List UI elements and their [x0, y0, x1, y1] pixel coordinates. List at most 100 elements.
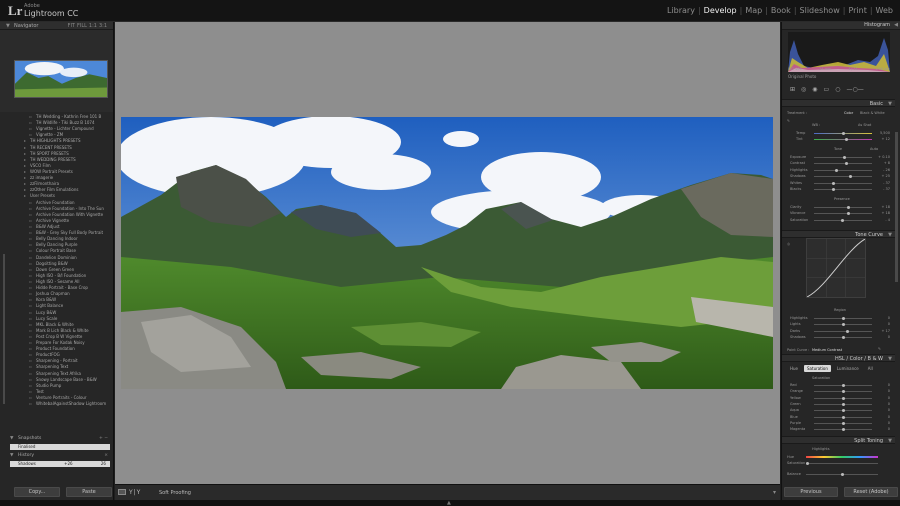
hsl-tab-saturation[interactable]: Saturation	[804, 365, 831, 372]
treatment-color[interactable]: Color	[844, 111, 853, 115]
hue-slider[interactable]	[806, 456, 878, 458]
hsl-knob[interactable]	[842, 421, 845, 425]
temp-slider[interactable]	[814, 132, 872, 135]
navigator-zoom-option[interactable]: 1:1	[89, 23, 97, 29]
basic-knob[interactable]	[843, 156, 847, 159]
navigator-zoom-option[interactable]: 3:1	[99, 23, 107, 29]
before-after-icon[interactable]: Y|Y	[129, 489, 141, 496]
hsl-knob[interactable]	[842, 384, 845, 387]
loupe-view-icon[interactable]	[118, 489, 126, 495]
snapshot-item[interactable]: Finalised	[10, 444, 110, 450]
hsl-header[interactable]: HSL / Color / B & W ▼	[782, 354, 895, 362]
tint-slider[interactable]	[814, 138, 872, 141]
basic-slider[interactable]	[814, 181, 872, 185]
balance-slider[interactable]	[806, 473, 878, 476]
balance-knob[interactable]	[841, 473, 844, 476]
presence-knob[interactable]	[847, 206, 851, 209]
eyedropper-icon[interactable]: ✎	[787, 119, 790, 123]
basic-knob[interactable]	[849, 175, 853, 179]
module-print[interactable]: Print	[845, 6, 869, 15]
navigator-thumbnail[interactable]	[14, 60, 108, 98]
curve-knob[interactable]	[842, 317, 845, 320]
hsl-knob[interactable]	[842, 415, 845, 419]
hsl-slider[interactable]	[814, 421, 872, 425]
hsl-title-part[interactable]: Color	[850, 356, 863, 362]
presence-slider[interactable]	[814, 218, 872, 222]
previous-button[interactable]: Previous	[784, 487, 838, 497]
right-panel-scrollbar[interactable]	[895, 132, 898, 282]
history-header[interactable]: ▼ History ×	[10, 453, 110, 460]
histogram-header[interactable]: Histogram ◀	[782, 22, 900, 30]
hsl-slider[interactable]	[814, 402, 872, 406]
hsl-knob[interactable]	[842, 396, 845, 400]
left-panel-scrollbar[interactable]	[3, 254, 5, 404]
hsl-knob[interactable]	[842, 409, 845, 413]
basic-header[interactable]: Basic ▼	[782, 99, 895, 107]
show-filmstrip-icon[interactable]: ▲	[447, 500, 451, 506]
module-map[interactable]: Map	[742, 6, 765, 15]
hsl-knob[interactable]	[842, 428, 845, 432]
adjustment-brush-icon[interactable]: —○—	[846, 86, 863, 93]
preset-item[interactable]: ▫ WhitebalAgainstShadow Lightroom	[10, 401, 110, 407]
tone-curve-header[interactable]: Tone Curve ▼	[782, 230, 895, 238]
presence-knob[interactable]	[847, 212, 851, 216]
curve-knob[interactable]	[842, 323, 845, 327]
curve-slider[interactable]	[814, 323, 872, 327]
basic-knob[interactable]	[844, 162, 848, 166]
radial-filter-icon[interactable]: ○	[835, 86, 840, 93]
basic-slider[interactable]	[814, 188, 872, 191]
navigator-zoom-options[interactable]: FIT FILL 1:1 3:1	[66, 23, 107, 29]
hsl-slider[interactable]	[814, 390, 872, 394]
hsl-slider[interactable]	[814, 428, 872, 432]
hsl-tab-hue[interactable]: Hue	[787, 365, 801, 372]
module-develop[interactable]: Develop	[701, 6, 740, 15]
image-canvas[interactable]	[115, 22, 780, 484]
hsl-knob[interactable]	[842, 390, 845, 394]
navigator-zoom-option[interactable]: FIT	[68, 23, 75, 29]
target-adjust-icon[interactable]: ◎	[787, 242, 790, 246]
basic-knob[interactable]	[831, 181, 835, 185]
module-web[interactable]: Web	[873, 6, 896, 15]
add-snapshot-icon[interactable]: + −	[99, 436, 108, 441]
treatment-bw[interactable]: Black & White	[860, 111, 885, 115]
toolbar-menu-icon[interactable]: ▾	[773, 489, 776, 496]
curve-slider[interactable]	[814, 329, 872, 333]
presence-slider[interactable]	[814, 212, 872, 216]
hsl-knob[interactable]	[842, 402, 845, 406]
red-eye-icon[interactable]: ◉	[812, 86, 817, 93]
basic-knob[interactable]	[831, 188, 835, 191]
point-curve-value[interactable]: Medium Contrast	[812, 348, 842, 352]
navigator-zoom-option[interactable]: FILL	[77, 23, 87, 29]
presence-knob[interactable]	[840, 218, 844, 222]
tone-curve-graph[interactable]	[806, 238, 866, 298]
paste-button[interactable]: Paste	[66, 487, 112, 497]
basic-slider[interactable]	[814, 162, 872, 166]
saturation-slider[interactable]	[806, 462, 878, 465]
soft-proofing-label[interactable]: Soft Proofing	[159, 490, 191, 496]
graduated-filter-icon[interactable]: ▭	[824, 86, 830, 93]
basic-slider[interactable]	[814, 156, 872, 159]
hsl-title-part[interactable]: B & W	[868, 356, 883, 362]
curve-slider[interactable]	[814, 336, 872, 340]
module-library[interactable]: Library	[664, 6, 698, 15]
basic-slider[interactable]	[814, 175, 872, 179]
basic-slider[interactable]	[814, 168, 872, 172]
hsl-tab-all[interactable]: All	[865, 365, 876, 372]
history-item[interactable]: Shadows +26 26	[10, 461, 110, 467]
temp-knob[interactable]	[842, 132, 845, 135]
spot-removal-icon[interactable]: ◎	[801, 86, 806, 93]
crop-tool-icon[interactable]: ⊞	[790, 86, 795, 93]
hsl-slider[interactable]	[814, 396, 872, 400]
tone-auto-button[interactable]: Auto	[870, 147, 878, 151]
snapshots-header[interactable]: ▼ Snapshots + −	[10, 436, 110, 443]
hsl-slider[interactable]	[814, 415, 872, 419]
saturation-knob[interactable]	[806, 462, 809, 465]
curve-slider[interactable]	[814, 317, 872, 320]
hsl-slider[interactable]	[814, 409, 872, 413]
copy-button[interactable]: Copy...	[14, 487, 60, 497]
hsl-tab-luminance[interactable]: Luminance	[834, 365, 862, 372]
curve-knob[interactable]	[842, 336, 845, 340]
presence-slider[interactable]	[814, 206, 872, 209]
curve-knob[interactable]	[846, 329, 850, 333]
clear-history-icon[interactable]: ×	[104, 453, 108, 458]
